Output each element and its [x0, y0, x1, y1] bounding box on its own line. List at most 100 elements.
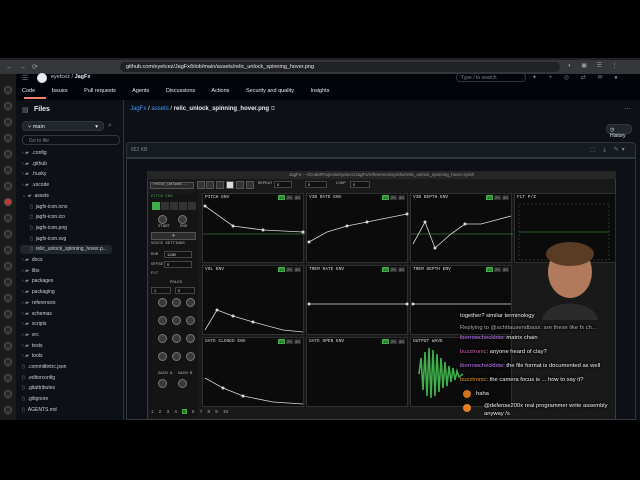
loop-input[interactable]: 0 [350, 181, 370, 188]
tree-folder[interactable]: ⌄ ▰ assets [22, 193, 49, 199]
tree-file[interactable]: ▯ .gitattributes [22, 385, 55, 391]
tree-folder[interactable]: › ▰ references [22, 300, 56, 306]
panel-vib-rate-env[interactable]: VIB RATE ENV 1X 2X 4X [306, 193, 409, 263]
folder-icon[interactable] [216, 181, 224, 189]
breadcrumb-repo[interactable]: JagFx [130, 106, 146, 112]
tab-discussions[interactable]: Discussions [166, 88, 195, 94]
zoom-buttons[interactable]: 1X 2X 4X [381, 339, 405, 344]
prev-button[interactable] [197, 181, 205, 189]
waveform-buttons[interactable] [152, 202, 196, 212]
search-input[interactable]: Type / to search [456, 73, 526, 82]
save-icon[interactable] [206, 181, 214, 189]
tree-file[interactable]: ▯ jagfx-icon.png [30, 225, 67, 231]
filter-knob[interactable] [186, 334, 195, 343]
tree-file[interactable]: ▯ AGENTS.md [22, 407, 57, 413]
tree-folder[interactable]: › ▰ libs [22, 268, 39, 274]
rail-icon[interactable] [4, 294, 12, 302]
gain-a-knob[interactable] [158, 379, 167, 388]
rail-icon[interactable] [4, 214, 12, 222]
address-bar[interactable]: github.com/eyetcez/JagFx/blob/main/asset… [120, 62, 560, 72]
extension-icons[interactable]: ◐ ▣ ☰ ⋮ [568, 62, 622, 69]
rail-icon[interactable] [4, 102, 12, 110]
panel-trem-rate-env[interactable]: TREM RATE ENV 1X 2X 4X [306, 265, 409, 335]
filter-knob[interactable] [158, 352, 167, 361]
tree-folder[interactable]: › ▰ .vscode [22, 182, 49, 188]
tree-file[interactable]: ▯ .commitlintrc.json [22, 364, 66, 370]
tree-folder[interactable]: › ▰ tools [22, 353, 42, 359]
repo-title[interactable]: eyetcez / JagFx [51, 74, 90, 80]
rail-icon[interactable] [4, 326, 12, 334]
filter-knob[interactable] [172, 316, 181, 325]
play-button[interactable] [226, 181, 234, 189]
hamburger-icon[interactable]: ☰ [22, 74, 28, 82]
rail-icon[interactable] [4, 342, 12, 350]
tree-file[interactable]: ▯ jagfx-icon.icns [30, 204, 67, 210]
tree-folder[interactable]: › ▰ .github [22, 161, 47, 167]
rail-icon[interactable] [4, 230, 12, 238]
poles-b-input[interactable]: 0 [175, 287, 195, 294]
tree-file[interactable]: ▯ .editorconfig [22, 375, 55, 381]
poles-a-input[interactable]: 1 [151, 287, 171, 294]
rail-icon[interactable] [4, 166, 12, 174]
loop-button[interactable] [246, 181, 254, 189]
history-button[interactable]: ◷ History [606, 124, 632, 139]
start-knob[interactable] [158, 215, 167, 224]
rail-icon[interactable] [4, 390, 12, 398]
rail-icon[interactable] [4, 374, 12, 382]
panel-gate-open-env[interactable]: GATE OPEN ENV 1X 2X 4X [306, 337, 408, 407]
add-button[interactable]: + [151, 232, 196, 240]
tree-folder[interactable]: › ▰ tests [22, 343, 42, 349]
tree-folder[interactable]: › ▰ .config [22, 150, 47, 156]
rail-icon[interactable] [4, 262, 12, 270]
tree-folder[interactable]: › ▰ .husky [22, 171, 46, 177]
filter-knob[interactable] [186, 352, 195, 361]
stop-button[interactable] [236, 181, 244, 189]
sidebar-toggle-icon[interactable]: ▤ [22, 106, 29, 114]
repeat-input[interactable]: 0 [274, 181, 292, 188]
rail-icon[interactable] [4, 198, 12, 206]
range-input[interactable]: 0 [305, 181, 327, 188]
offset-input[interactable]: 0 [164, 261, 192, 268]
rail-icon[interactable] [4, 182, 12, 190]
header-icons[interactable]: ✦ + ◎ ⇄ ✉ ● [532, 74, 623, 81]
filter-knob[interactable] [158, 334, 167, 343]
panel-output-wave[interactable]: OUTPUT WAVE [410, 337, 512, 407]
rail-icon[interactable] [4, 134, 12, 142]
tab-agents[interactable]: Agents [132, 88, 149, 94]
rail-icon[interactable] [4, 310, 12, 318]
end-knob[interactable] [178, 215, 187, 224]
filter-knob[interactable] [186, 298, 195, 307]
tree-folder[interactable]: › ▰ docs [22, 257, 42, 263]
search-files-icon[interactable]: ⌕ [108, 122, 112, 130]
tab-code[interactable]: Code [22, 88, 35, 94]
filter-knob[interactable] [158, 316, 167, 325]
rail-icon[interactable] [4, 246, 12, 254]
filter-knob[interactable] [172, 334, 181, 343]
dur-input[interactable]: 1280 [164, 251, 192, 258]
tab-actions[interactable]: Actions [211, 88, 229, 94]
filter-knob[interactable] [172, 298, 181, 307]
file-action-icons[interactable]: ⬚ ⤓ ✎▾ [590, 146, 628, 154]
tree-folder[interactable]: › ▰ scripts [22, 321, 46, 327]
browser-nav-icons[interactable]: ←→⟳ [6, 63, 44, 71]
tree-folder[interactable]: › ▰ packaging [22, 289, 55, 295]
filter-knob[interactable] [172, 352, 181, 361]
filter-knob[interactable] [186, 316, 195, 325]
preset-select[interactable]: relic_unlock... [150, 182, 194, 189]
tree-folder[interactable]: › ▰ schemas [22, 311, 52, 317]
rail-icon[interactable] [4, 278, 12, 286]
breadcrumb-folder[interactable]: assets [151, 106, 168, 112]
rail-icon[interactable] [4, 150, 12, 158]
github-logo-icon[interactable] [37, 73, 47, 83]
goto-file-input[interactable]: Go to file [22, 135, 120, 145]
tree-folder[interactable]: › ▰ packages [22, 278, 53, 284]
gain-b-knob[interactable] [178, 379, 187, 388]
tree-file[interactable]: ▯ jagfx-icon.svg [30, 236, 66, 242]
panel-vib-depth-env[interactable]: VIB DEPTH ENV 1X 2X 4X [410, 193, 513, 263]
tree-file[interactable]: ▯ relic_unlock_spinning_hover.p... [30, 246, 107, 252]
panel-gate-closed-env[interactable]: GATE CLOSED ENV 1X 2X 4X [202, 337, 304, 407]
rail-icon[interactable] [4, 406, 12, 414]
tab-issues[interactable]: Issues [52, 88, 68, 94]
tree-file[interactable]: ▯ jagfx-icon.ico [30, 214, 65, 220]
rail-icon[interactable] [4, 118, 12, 126]
